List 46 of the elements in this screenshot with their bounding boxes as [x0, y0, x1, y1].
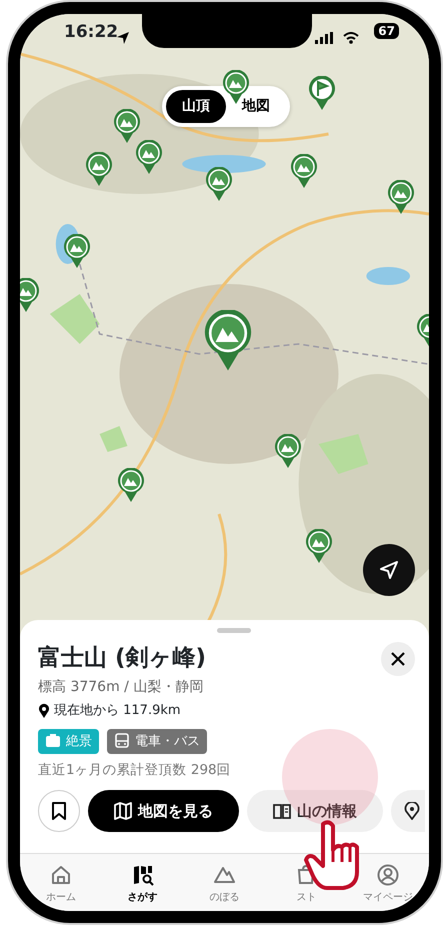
action-button[interactable]: 地図を見る — [88, 790, 239, 832]
tab-item[interactable]: さがす — [102, 864, 184, 911]
map-search-icon — [132, 864, 154, 886]
bus-icon — [114, 733, 130, 750]
feature-tag: 電車・バス — [107, 728, 207, 754]
signal-icon — [315, 32, 333, 44]
flag-pin-icon — [308, 76, 336, 112]
map-pin-icon — [135, 140, 163, 176]
elevation-text: 標高 3776m / 山梨・静岡 — [38, 678, 204, 697]
wifi-icon — [343, 32, 359, 44]
location-pin-icon — [38, 702, 50, 719]
map-icon — [114, 802, 132, 820]
sheet-handle[interactable] — [216, 628, 250, 633]
close-button[interactable] — [381, 642, 415, 676]
map-pin-icon — [387, 180, 415, 216]
action-button[interactable]: 山の情報 — [247, 790, 383, 832]
map-pin-icon — [305, 529, 333, 565]
distance-text: 現在地から 117.9km — [54, 702, 181, 720]
location-pin-icon — [403, 802, 421, 820]
map-pin-icon — [20, 278, 40, 314]
bookmark-button[interactable] — [38, 790, 80, 832]
bookmark-icon — [51, 801, 67, 822]
feature-tag: 絶景 — [38, 728, 99, 754]
map-pin-icon — [205, 167, 233, 203]
tab-item[interactable]: ホーム — [20, 864, 102, 911]
home-icon — [50, 864, 72, 886]
map-pin-icon — [113, 109, 141, 145]
tab-item[interactable]: のぼる — [184, 864, 266, 911]
map-pin-icon — [274, 434, 302, 470]
map-pin-icon — [290, 154, 318, 190]
toggle-option[interactable]: 山頂 — [166, 90, 226, 123]
locate-icon — [379, 560, 399, 580]
action-button[interactable] — [391, 790, 425, 832]
summit-count: 直近1ヶ月の累計登頂数 298回 — [38, 761, 232, 780]
mountain-icon — [213, 864, 236, 886]
status-time: 16:22 — [64, 21, 118, 44]
map-pin-icon — [85, 152, 113, 188]
battery-indicator: 67 — [374, 23, 399, 39]
mountain-name: 富士山 (剣ヶ峰) — [38, 644, 208, 673]
close-icon — [390, 651, 406, 667]
toggle-option[interactable]: 地図 — [226, 90, 286, 123]
user-icon — [377, 864, 400, 886]
location-arrow-icon — [116, 30, 130, 45]
map-pin-icon — [63, 234, 91, 270]
map-pin-icon — [117, 468, 145, 504]
book-icon — [273, 802, 291, 820]
